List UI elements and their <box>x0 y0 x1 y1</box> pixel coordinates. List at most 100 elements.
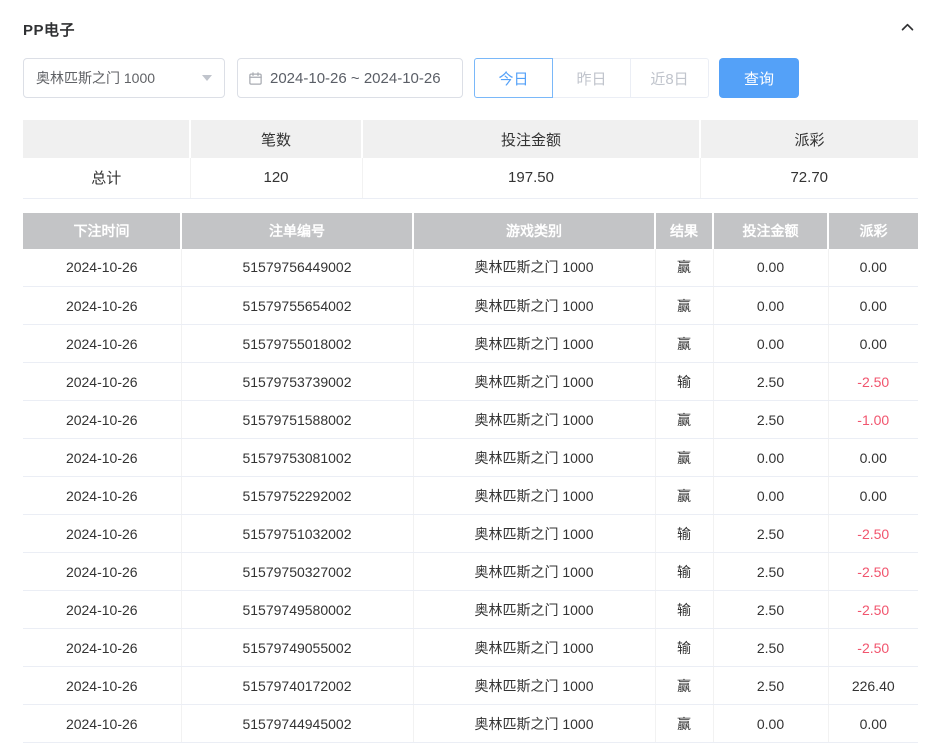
table-row: 2024-10-26 51579756449002 奥林匹斯之门 1000 赢 … <box>23 248 918 287</box>
cell-payout: 0.00 <box>828 248 918 287</box>
cell-payout: 0.00 <box>828 286 918 325</box>
cell-bet-time: 2024-10-26 <box>23 248 182 287</box>
cell-payout: -2.50 <box>828 362 918 401</box>
game-select[interactable]: 奥林匹斯之门 1000 <box>23 58 225 98</box>
cell-game-category: 奥林匹斯之门 1000 <box>413 704 656 743</box>
col-header-game-category: 游戏类别 <box>413 212 656 249</box>
cell-bet-amount: 2.50 <box>713 666 829 705</box>
cell-game-category: 奥林匹斯之门 1000 <box>413 362 656 401</box>
cell-bet-amount: 2.50 <box>713 628 829 667</box>
cell-bet-id: 51579755018002 <box>181 324 414 363</box>
cell-game-category: 奥林匹斯之门 1000 <box>413 248 656 287</box>
quick-range-group: 今日 昨日 近8日 <box>474 58 709 98</box>
cell-bet-amount: 0.00 <box>713 476 829 515</box>
cell-bet-id: 51579744945002 <box>181 704 414 743</box>
summary-header-count: 笔数 <box>190 120 363 158</box>
today-button[interactable]: 今日 <box>474 58 553 98</box>
table-row: 2024-10-26 51579752292002 奥林匹斯之门 1000 赢 … <box>23 476 918 515</box>
cell-bet-amount: 0.00 <box>713 286 829 325</box>
bet-table-body: 2024-10-26 51579756449002 奥林匹斯之门 1000 赢 … <box>23 248 918 743</box>
summary-total-bet-amount: 197.50 <box>362 158 701 199</box>
cell-bet-time: 2024-10-26 <box>23 590 182 629</box>
cell-bet-time: 2024-10-26 <box>23 552 182 591</box>
records-panel: PP电子 奥林匹斯之门 1000 2024-10-26 ~ 2024-10-26… <box>23 0 918 743</box>
cell-bet-time: 2024-10-26 <box>23 628 182 667</box>
cell-result: 输 <box>655 590 714 629</box>
cell-bet-id: 51579755654002 <box>181 286 414 325</box>
cell-game-category: 奥林匹斯之门 1000 <box>413 514 656 553</box>
cell-bet-id: 51579751032002 <box>181 514 414 553</box>
cell-bet-time: 2024-10-26 <box>23 438 182 477</box>
filter-bar: 奥林匹斯之门 1000 2024-10-26 ~ 2024-10-26 今日 昨… <box>23 58 918 98</box>
summary-header-blank <box>23 120 191 158</box>
table-row: 2024-10-26 51579755018002 奥林匹斯之门 1000 赢 … <box>23 324 918 363</box>
cell-bet-time: 2024-10-26 <box>23 324 182 363</box>
cell-game-category: 奥林匹斯之门 1000 <box>413 552 656 591</box>
table-row: 2024-10-26 51579755654002 奥林匹斯之门 1000 赢 … <box>23 286 918 325</box>
yesterday-button[interactable]: 昨日 <box>552 58 631 98</box>
cell-result: 赢 <box>655 324 714 363</box>
table-row: 2024-10-26 51579749055002 奥林匹斯之门 1000 输 … <box>23 628 918 667</box>
last-8-days-button[interactable]: 近8日 <box>630 58 709 98</box>
game-select-value: 奥林匹斯之门 1000 <box>36 70 156 86</box>
table-row: 2024-10-26 51579749580002 奥林匹斯之门 1000 输 … <box>23 590 918 629</box>
cell-bet-id: 51579753739002 <box>181 362 414 401</box>
date-range-input[interactable]: 2024-10-26 ~ 2024-10-26 <box>237 58 463 98</box>
search-button[interactable]: 查询 <box>719 58 799 98</box>
cell-result: 赢 <box>655 400 714 439</box>
calendar-icon <box>248 71 263 86</box>
summary-total-label: 总计 <box>23 158 191 199</box>
date-range-value: 2024-10-26 ~ 2024-10-26 <box>270 69 441 87</box>
cell-payout: -1.00 <box>828 400 918 439</box>
cell-bet-amount: 0.00 <box>713 704 829 743</box>
cell-bet-time: 2024-10-26 <box>23 514 182 553</box>
panel-header: PP电子 <box>23 0 918 40</box>
cell-result: 输 <box>655 552 714 591</box>
summary-table: 笔数 投注金额 派彩 总计 120 197.50 72.70 <box>23 120 918 199</box>
cell-game-category: 奥林匹斯之门 1000 <box>413 590 656 629</box>
chevron-up-icon <box>899 19 916 39</box>
bet-table-header-row: 下注时间 注单编号 游戏类别 结果 投注金额 派彩 <box>23 212 918 249</box>
collapse-panel-button[interactable] <box>897 17 918 41</box>
cell-result: 赢 <box>655 476 714 515</box>
cell-payout: -2.50 <box>828 552 918 591</box>
table-row: 2024-10-26 51579751032002 奥林匹斯之门 1000 输 … <box>23 514 918 553</box>
col-header-bet-id: 注单编号 <box>181 212 414 249</box>
cell-bet-id: 51579756449002 <box>181 248 414 287</box>
cell-game-category: 奥林匹斯之门 1000 <box>413 400 656 439</box>
cell-bet-time: 2024-10-26 <box>23 476 182 515</box>
cell-result: 赢 <box>655 248 714 287</box>
cell-bet-time: 2024-10-26 <box>23 286 182 325</box>
cell-result: 输 <box>655 628 714 667</box>
cell-payout: 0.00 <box>828 476 918 515</box>
cell-payout: -2.50 <box>828 590 918 629</box>
cell-bet-id: 51579753081002 <box>181 438 414 477</box>
col-header-result: 结果 <box>655 212 714 249</box>
cell-bet-time: 2024-10-26 <box>23 362 182 401</box>
page-title: PP电子 <box>23 21 76 39</box>
col-header-bet-amount: 投注金额 <box>713 212 829 249</box>
cell-bet-time: 2024-10-26 <box>23 400 182 439</box>
summary-total-row: 总计 120 197.50 72.70 <box>23 158 918 199</box>
cell-bet-id: 51579750327002 <box>181 552 414 591</box>
summary-header-bet-amount: 投注金额 <box>362 120 701 158</box>
cell-payout: 0.00 <box>828 324 918 363</box>
cell-bet-amount: 0.00 <box>713 248 829 287</box>
chevron-down-icon <box>202 75 212 81</box>
cell-bet-id: 51579740172002 <box>181 666 414 705</box>
cell-result: 赢 <box>655 666 714 705</box>
summary-header-payout: 派彩 <box>700 120 918 158</box>
cell-bet-time: 2024-10-26 <box>23 704 182 743</box>
cell-result: 输 <box>655 362 714 401</box>
cell-payout: -2.50 <box>828 628 918 667</box>
cell-game-category: 奥林匹斯之门 1000 <box>413 438 656 477</box>
cell-bet-amount: 0.00 <box>713 324 829 363</box>
cell-bet-id: 51579749580002 <box>181 590 414 629</box>
table-row: 2024-10-26 51579744945002 奥林匹斯之门 1000 赢 … <box>23 704 918 743</box>
summary-total-payout: 72.70 <box>700 158 918 199</box>
cell-result: 输 <box>655 514 714 553</box>
table-row: 2024-10-26 51579740172002 奥林匹斯之门 1000 赢 … <box>23 666 918 705</box>
cell-bet-amount: 2.50 <box>713 514 829 553</box>
summary-total-count: 120 <box>190 158 363 199</box>
cell-game-category: 奥林匹斯之门 1000 <box>413 286 656 325</box>
